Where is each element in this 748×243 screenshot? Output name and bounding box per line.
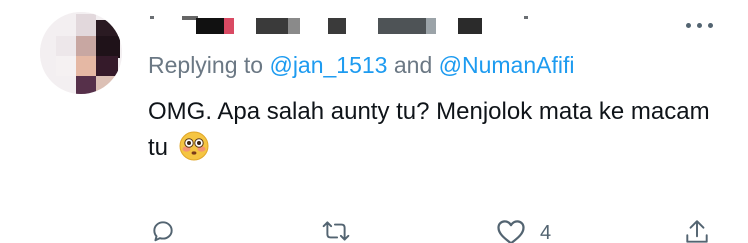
redacted-timestamp (458, 18, 482, 34)
avatar[interactable] (40, 12, 122, 94)
tweet-text-block: OMG. Apa salah aunty tu? Menjolok mata k… (148, 94, 728, 166)
redacted-handle (288, 18, 300, 34)
flushed-face-emoji (179, 131, 209, 161)
share-icon[interactable] (684, 218, 710, 243)
tweet-header (148, 14, 668, 38)
tweet-card: Replying to @jan_1513 and @NumanAfifi OM… (0, 0, 748, 243)
redacted-mark (524, 16, 528, 19)
redacted-handle (256, 18, 288, 34)
replying-prefix: Replying to (148, 52, 270, 78)
tweet-text: OMG. Apa salah aunty tu? Menjolok mata k… (148, 98, 710, 161)
replying-to: Replying to @jan_1513 and @NumanAfifi (148, 52, 574, 79)
redacted-handle (378, 18, 426, 34)
redacted-name (224, 18, 234, 34)
mention-link-jan[interactable]: @jan_1513 (269, 52, 387, 78)
retweet-icon[interactable] (322, 218, 350, 243)
redacted-name (196, 18, 224, 34)
replying-conjunction: and (387, 52, 439, 78)
mention-link-numan[interactable]: @NumanAfifi (439, 52, 575, 78)
like-count: 4 (540, 222, 552, 243)
heart-icon[interactable] (496, 218, 526, 243)
redacted-handle (328, 18, 346, 34)
reply-icon[interactable] (150, 218, 176, 243)
more-options-icon[interactable] (686, 20, 716, 32)
redacted-mark (150, 16, 154, 19)
redacted-handle (426, 18, 436, 34)
